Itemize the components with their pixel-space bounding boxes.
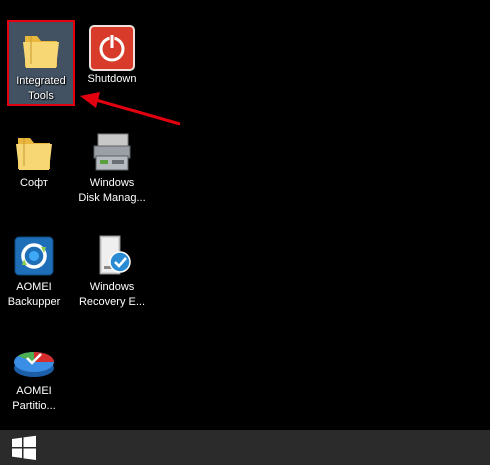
desktop-icon-integrated-tools[interactable]: Integrated Tools — [7, 20, 75, 106]
start-button[interactable] — [0, 430, 48, 465]
folder-icon — [17, 26, 65, 74]
disk-management-icon — [88, 128, 136, 176]
desktop-icon-disk-management[interactable]: Windows Disk Manag... — [78, 124, 146, 210]
desktop-icon-shutdown[interactable]: Shutdown — [78, 20, 146, 106]
backupper-icon — [10, 232, 58, 280]
desktop-icon-aomei-partition[interactable]: AOMEI Partitio... — [0, 332, 68, 418]
desktop-icon-label: Integrated Tools — [16, 75, 66, 102]
desktop-icon-label: Windows Disk Manag... — [78, 177, 146, 204]
desktop-icon-label: Windows Recovery E... — [78, 281, 146, 308]
windows-logo-icon — [12, 435, 36, 460]
power-icon — [88, 24, 136, 72]
desktop-icon-label: Shutdown — [87, 73, 137, 85]
desktop-icon-aomei-backupper[interactable]: AOMEI Backupper — [0, 228, 68, 314]
desktop: Integrated Tools Shutdown Софт Windows D… — [0, 0, 490, 430]
desktop-icon-recovery-environment[interactable]: Windows Recovery E... — [78, 228, 146, 314]
folder-icon — [10, 128, 58, 176]
partition-assistant-icon — [10, 336, 58, 384]
desktop-icon-soft[interactable]: Софт — [0, 124, 68, 210]
desktop-icon-label: AOMEI Partitio... — [12, 385, 56, 412]
desktop-icon-label: Софт — [20, 177, 48, 189]
recovery-environment-icon — [88, 232, 136, 280]
desktop-icon-label: AOMEI Backupper — [7, 281, 61, 308]
taskbar — [0, 430, 490, 465]
